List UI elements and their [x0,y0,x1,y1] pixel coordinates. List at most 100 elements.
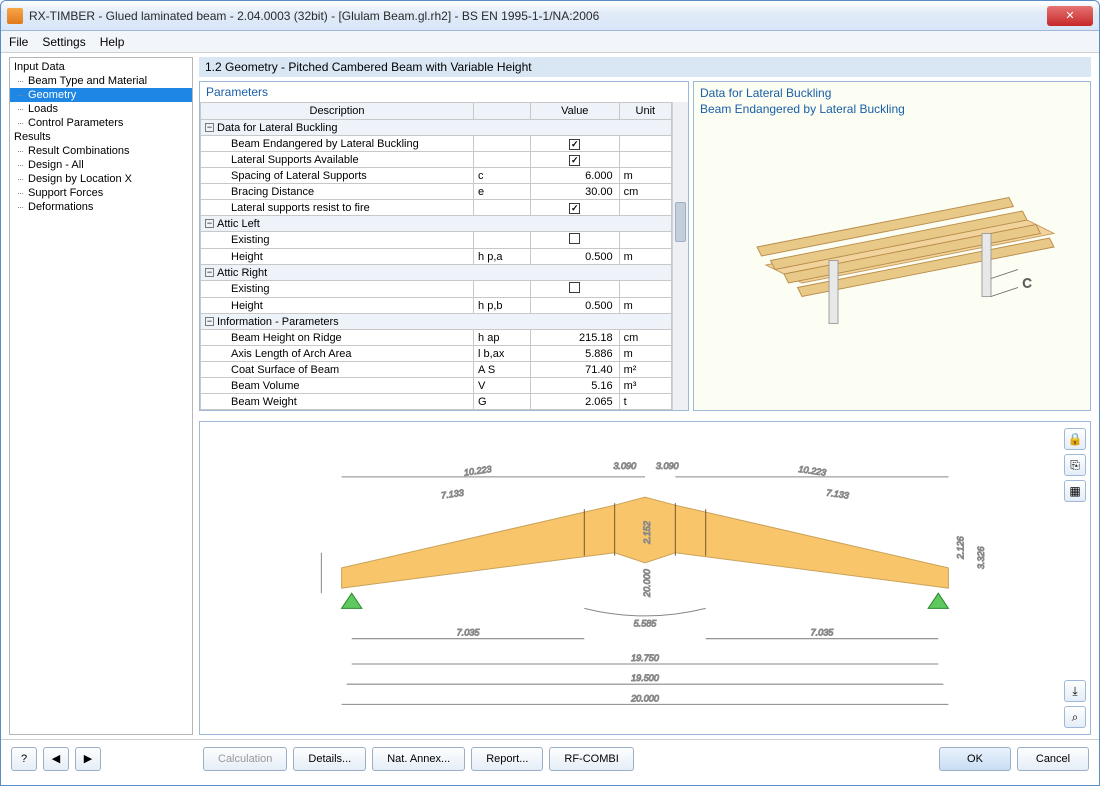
svg-text:3.326: 3.326 [976,545,986,569]
checkbox-endangered[interactable]: ✓ [569,139,580,150]
row-bracing[interactable]: Bracing Distance [201,184,474,200]
collapse-icon[interactable]: − [205,268,214,277]
row-arch[interactable]: Axis Length of Arch Area [201,346,474,362]
tree-deform[interactable]: Deformations [10,200,192,214]
val-vol[interactable]: 5.16 [530,378,619,394]
page-icon[interactable]: ▦ [1064,480,1086,502]
checkbox-existing-l[interactable] [569,233,580,244]
nav-tree: Input Data Beam Type and Material Geomet… [9,57,193,735]
tree-beam-type[interactable]: Beam Type and Material [10,74,192,88]
grid-scrollbar[interactable] [672,102,688,410]
tree-results[interactable]: Results [10,130,192,144]
row-spacing[interactable]: Spacing of Lateral Supports [201,168,474,184]
val-weight[interactable]: 2.065 [530,394,619,410]
val-height-r[interactable]: 0.500 [530,298,619,314]
svg-text:19.750: 19.750 [631,653,659,663]
row-resist-fire[interactable]: Lateral supports resist to fire [201,200,474,216]
checkbox-existing-r[interactable] [569,282,580,293]
row-height-r[interactable]: Height [201,298,474,314]
row-coat[interactable]: Coat Surface of Beam [201,362,474,378]
svg-text:C: C [1023,277,1032,291]
svg-text:7.035: 7.035 [457,628,481,638]
menu-help[interactable]: Help [100,35,125,49]
tree-design-all[interactable]: Design - All [10,158,192,172]
tree-loads[interactable]: Loads [10,102,192,116]
val-spacing[interactable]: 6.000 [530,168,619,184]
svg-text:10.223: 10.223 [463,464,492,478]
row-height-l[interactable]: Height [201,249,474,265]
cancel-button[interactable]: Cancel [1017,747,1089,771]
parameters-panel: Parameters Description Value Unit −Data … [199,81,689,411]
collapse-icon[interactable]: − [205,123,214,132]
help-button[interactable]: ? [11,747,37,771]
val-coat[interactable]: 71.40 [530,362,619,378]
svg-text:3.090: 3.090 [613,461,636,471]
group-info[interactable]: −Information - Parameters [201,314,672,330]
tree-design-loc[interactable]: Design by Location X [10,172,192,186]
val-ridge[interactable]: 215.18 [530,330,619,346]
calculation-button[interactable]: Calculation [203,747,287,771]
zoom-icon[interactable]: ⌕ [1064,706,1086,728]
svg-text:20.000: 20.000 [630,693,659,703]
footer: ? ◀ ▶ Calculation Details... Nat. Annex.… [1,739,1099,777]
group-lateral[interactable]: −Data for Lateral Buckling [201,120,672,136]
row-existing-l[interactable]: Existing [201,232,474,249]
nat-annex-button[interactable]: Nat. Annex... [372,747,465,771]
titlebar: RX-TIMBER - Glued laminated beam - 2.04.… [1,1,1099,31]
tree-input[interactable]: Input Data [10,60,192,74]
menu-settings[interactable]: Settings [42,35,85,49]
row-ridge[interactable]: Beam Height on Ridge [201,330,474,346]
app-icon [7,8,23,24]
copy-icon[interactable]: ⎘ [1064,454,1086,476]
close-button[interactable]: ✕ [1047,6,1093,26]
download-icon[interactable]: ⤓ [1064,680,1086,702]
collapse-icon[interactable]: − [205,219,214,228]
ok-button[interactable]: OK [939,747,1011,771]
lock-icon[interactable]: 🔒 [1064,428,1086,450]
rfcombi-button[interactable]: RF-COMBI [549,747,633,771]
row-vol[interactable]: Beam Volume [201,378,474,394]
tree-control[interactable]: Control Parameters [10,116,192,130]
row-supports-avail[interactable]: Lateral Supports Available [201,152,474,168]
svg-text:2.152: 2.152 [642,521,652,545]
row-weight[interactable]: Beam Weight [201,394,474,410]
val-bracing[interactable]: 30.00 [530,184,619,200]
menubar: File Settings Help [1,31,1099,53]
col-unit: Unit [619,103,671,120]
beam-diagram[interactable]: 10.223 3.090 3.090 10.223 7.133 7.133 2.… [199,421,1091,735]
svg-text:5.585: 5.585 [634,619,658,629]
svg-text:7.133: 7.133 [440,488,464,501]
details-button[interactable]: Details... [293,747,366,771]
window-title: RX-TIMBER - Glued laminated beam - 2.04.… [29,9,1047,23]
prev-button[interactable]: ◀ [43,747,69,771]
svg-text:20.000: 20.000 [642,569,652,598]
next-button[interactable]: ▶ [75,747,101,771]
svg-text:3.090: 3.090 [656,461,679,471]
info-panel: Data for Lateral Buckling Beam Endangere… [693,81,1091,411]
row-endangered[interactable]: Beam Endangered by Lateral Buckling [201,136,474,152]
val-arch[interactable]: 5.886 [530,346,619,362]
beam-svg: 10.223 3.090 3.090 10.223 7.133 7.133 2.… [200,422,1090,734]
collapse-icon[interactable]: − [205,317,214,326]
checkbox-fire[interactable]: ✓ [569,203,580,214]
info-illustration: C [694,112,1090,382]
menu-file[interactable]: File [9,35,28,49]
svg-text:2.126: 2.126 [956,535,966,560]
info-line1: Data for Lateral Buckling [700,86,1084,102]
svg-text:7.035: 7.035 [811,628,835,638]
checkbox-supports[interactable]: ✓ [569,155,580,166]
report-button[interactable]: Report... [471,747,543,771]
tree-geometry[interactable]: Geometry [10,88,192,102]
row-existing-r[interactable]: Existing [201,281,474,298]
col-description: Description [201,103,474,120]
svg-text:19.500: 19.500 [631,673,659,683]
section-header: 1.2 Geometry - Pitched Cambered Beam wit… [199,57,1091,77]
col-value: Value [530,103,619,120]
val-height-l[interactable]: 0.500 [530,249,619,265]
group-attic-right[interactable]: −Attic Right [201,265,672,281]
tree-result-comb[interactable]: Result Combinations [10,144,192,158]
parameters-title: Parameters [200,82,688,102]
svg-text:7.133: 7.133 [826,488,850,501]
group-attic-left[interactable]: −Attic Left [201,216,672,232]
tree-support[interactable]: Support Forces [10,186,192,200]
